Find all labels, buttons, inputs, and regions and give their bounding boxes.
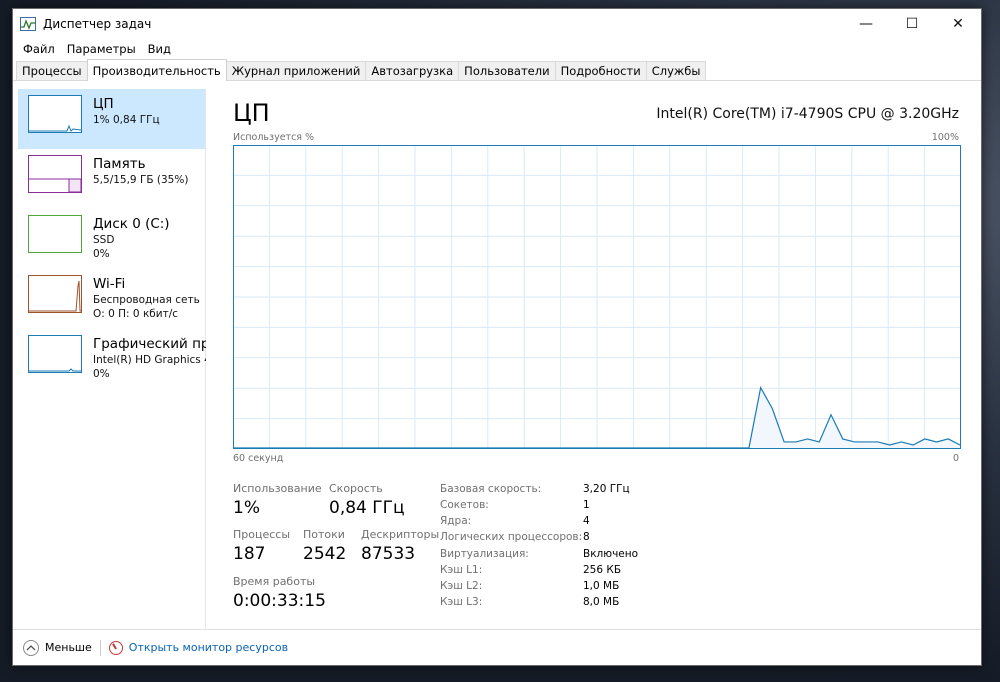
sidebar-item-detail-2: 0% — [93, 368, 110, 380]
sidebar-item-cpu[interactable]: ЦП 1% 0,84 ГГц — [18, 89, 205, 149]
tab-startup[interactable]: Автозагрузка — [365, 61, 460, 80]
fewer-details-label: Меньше — [45, 641, 92, 654]
fewer-details-button[interactable]: Меньше — [23, 639, 92, 656]
disk-thumbnail-graph — [28, 215, 82, 253]
spec-value: 1,0 МБ — [583, 580, 620, 592]
spec-value: 1 — [583, 499, 590, 511]
sidebar-item-label: Wi-Fi — [93, 276, 126, 292]
sidebar-item-detail-2: 0% — [93, 248, 110, 260]
sidebar-item-label: Графический процессор 0 — [93, 336, 206, 352]
title-bar[interactable]: Диспетчер задач — ☐ ✕ — [13, 9, 981, 39]
page-title: ЦП — [233, 99, 270, 127]
task-manager-window: Диспетчер задач — ☐ ✕ Файл Параметры Вид… — [12, 8, 982, 666]
processes-label: Процессы — [233, 528, 291, 541]
sidebar-item-label: ЦП — [93, 96, 114, 112]
handles-value: 87533 — [361, 544, 416, 564]
spec-value: 8 — [583, 531, 590, 543]
spec-label: Базовая скорость: — [440, 483, 542, 495]
usage-label: Использование — [233, 482, 322, 495]
open-resource-monitor-label: Открыть монитор ресурсов — [128, 641, 289, 654]
gpu-thumbnail-graph — [28, 335, 82, 373]
footer-bar: Меньше Открыть монитор ресурсов — [13, 629, 981, 665]
graph-axis-time: 60 секунд — [233, 453, 284, 464]
menu-options[interactable]: Параметры — [61, 42, 142, 56]
window-controls: — ☐ ✕ — [843, 9, 981, 39]
close-button[interactable]: ✕ — [935, 9, 981, 39]
tab-processes[interactable]: Процессы — [16, 61, 88, 80]
sidebar-item-label: Память — [93, 156, 146, 172]
cpu-model-name: Intel(R) Core(TM) i7-4790S CPU @ 3.20GHz — [656, 106, 959, 122]
task-manager-app-icon — [20, 17, 36, 31]
resource-sidebar: ЦП 1% 0,84 ГГц Память 5,5/15,9 ГБ (35%) … — [18, 89, 206, 629]
tab-strip: Процессы Производительность Журнал прило… — [13, 59, 981, 81]
spec-value: Включено — [583, 548, 639, 560]
spec-value: 256 КБ — [583, 564, 622, 576]
uptime-label: Время работы — [233, 575, 316, 588]
graph-axis-zero: 0 — [952, 453, 959, 464]
sidebar-item-wifi[interactable]: Wi-Fi Беспроводная сеть О: 0 П: 0 кбит/с — [18, 269, 205, 329]
spec-label: Виртуализация: — [440, 548, 529, 560]
sidebar-item-disk[interactable]: Диск 0 (C:) SSD 0% — [18, 209, 205, 269]
sidebar-item-detail: 5,5/15,9 ГБ (35%) — [93, 174, 189, 186]
menu-file[interactable]: Файл — [17, 42, 61, 56]
cpu-usage-graph — [233, 145, 961, 449]
resource-monitor-icon — [108, 640, 123, 655]
sidebar-item-detail: SSD — [93, 234, 115, 246]
threads-label: Потоки — [303, 528, 345, 541]
graph-label-max: 100% — [931, 132, 959, 143]
memory-thumbnail-graph — [28, 155, 82, 193]
sidebar-item-detail: Intel(R) HD Graphics 4600 — [93, 354, 206, 366]
spec-label: Кэш L1: — [440, 564, 483, 576]
open-resource-monitor-link[interactable]: Открыть монитор ресурсов — [108, 640, 289, 655]
cpu-detail-panel: ЦП Intel(R) Core(TM) i7-4790S CPU @ 3.20… — [233, 82, 981, 629]
performance-content: ЦП 1% 0,84 ГГц Память 5,5/15,9 ГБ (35%) … — [13, 82, 981, 629]
cpu-thumbnail-graph — [28, 95, 82, 133]
menu-bar: Файл Параметры Вид — [13, 39, 981, 59]
menu-view[interactable]: Вид — [142, 42, 177, 56]
spec-value: 3,20 ГГц — [583, 483, 630, 495]
usage-value: 1% — [233, 498, 260, 518]
graph-label-usage: Используется % — [233, 132, 315, 143]
maximize-button[interactable]: ☐ — [889, 9, 935, 39]
spec-value: 4 — [583, 515, 590, 527]
sidebar-item-memory[interactable]: Память 5,5/15,9 ГБ (35%) — [18, 149, 205, 209]
tab-performance[interactable]: Производительность — [86, 59, 227, 81]
sidebar-item-detail-2: О: 0 П: 0 кбит/с — [93, 308, 179, 320]
threads-value: 2542 — [303, 544, 347, 564]
sidebar-item-label: Диск 0 (C:) — [93, 216, 170, 232]
uptime-value: 0:00:33:15 — [233, 591, 326, 611]
spec-label: Ядра: — [440, 515, 472, 527]
speed-label: Скорость — [329, 482, 383, 495]
spec-value: 8,0 МБ — [583, 596, 620, 608]
chevron-up-icon — [23, 639, 39, 656]
spec-label: Логических процессоров: — [440, 531, 583, 543]
window-title: Диспетчер задач — [43, 17, 152, 31]
tab-app-history[interactable]: Журнал приложений — [225, 61, 367, 80]
minimize-button[interactable]: — — [843, 9, 889, 39]
handles-label: Дескрипторы — [361, 528, 440, 541]
wifi-thumbnail-graph — [28, 275, 82, 313]
footer-divider — [99, 639, 101, 656]
sidebar-item-detail: Беспроводная сеть — [93, 294, 200, 306]
spec-label: Кэш L2: — [440, 580, 483, 592]
tab-details[interactable]: Подробности — [554, 61, 647, 80]
sidebar-item-detail: 1% 0,84 ГГц — [93, 114, 160, 126]
spec-label: Сокетов: — [440, 499, 489, 511]
tab-users[interactable]: Пользователи — [458, 61, 556, 80]
spec-label: Кэш L3: — [440, 596, 483, 608]
tab-services[interactable]: Службы — [645, 61, 707, 80]
speed-value: 0,84 ГГц — [329, 498, 405, 518]
sidebar-item-gpu[interactable]: Графический процессор 0 Intel(R) HD Grap… — [18, 329, 206, 389]
processes-value: 187 — [233, 544, 266, 564]
